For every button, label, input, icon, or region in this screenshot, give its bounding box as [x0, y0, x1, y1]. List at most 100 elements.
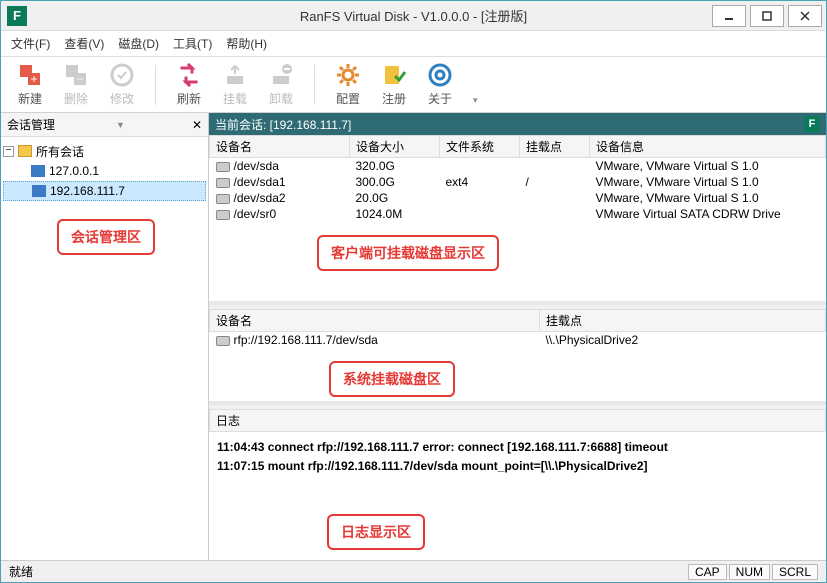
- table-row[interactable]: /dev/sda1300.0Gext4/VMware, VMware Virtu…: [210, 174, 826, 190]
- svg-text:+: +: [30, 72, 37, 86]
- tree-node-label: 127.0.0.1: [49, 164, 99, 178]
- refresh-button[interactable]: 刷新: [176, 62, 202, 107]
- collapse-icon[interactable]: −: [3, 146, 14, 157]
- annotation-mounts: 系统挂载磁盘区: [329, 361, 455, 397]
- modify-button[interactable]: 修改: [109, 62, 135, 107]
- tree-node[interactable]: 127.0.0.1: [3, 161, 206, 181]
- host-icon: [31, 165, 45, 177]
- sidebar-close-icon[interactable]: ✕: [192, 118, 202, 132]
- toolbar-separator: [314, 65, 315, 105]
- config-button[interactable]: 配置: [335, 62, 361, 107]
- about-label: 关于: [428, 90, 452, 107]
- session-header: 当前会话: [192.168.111.7] F: [209, 113, 826, 135]
- about-icon: [427, 62, 453, 88]
- splitter[interactable]: [209, 401, 826, 405]
- new-label: 新建: [18, 90, 42, 107]
- close-button[interactable]: [788, 5, 822, 27]
- unmount-label: 卸载: [269, 90, 293, 107]
- col-size[interactable]: 设备大小: [350, 136, 440, 158]
- col-mp[interactable]: 挂载点: [540, 310, 826, 332]
- delete-icon: −: [63, 62, 89, 88]
- new-icon: +: [17, 62, 43, 88]
- tree-node-selected[interactable]: 192.168.111.7: [3, 181, 206, 201]
- about-button[interactable]: 关于: [427, 62, 453, 107]
- annotation-devices: 客户端可挂载磁盘显示区: [317, 235, 499, 271]
- folder-icon: [18, 145, 32, 157]
- device-table[interactable]: 设备名 设备大小 文件系统 挂载点 设备信息 /dev/sda320.0GVMw…: [209, 135, 826, 222]
- tree-node-label: 192.168.111.7: [50, 184, 125, 198]
- titlebar[interactable]: F RanFS Virtual Disk - V1.0.0.0 - [注册版]: [1, 1, 826, 31]
- unmount-button[interactable]: 卸载: [268, 62, 294, 107]
- maximize-button[interactable]: [750, 5, 784, 27]
- register-icon: [381, 62, 407, 88]
- session-header-icon: F: [804, 116, 820, 132]
- sidebar-header: 会话管理 ▼ ✕: [1, 113, 208, 137]
- refresh-label: 刷新: [177, 90, 201, 107]
- table-row[interactable]: rfp://192.168.111.7/dev/sda\\.\PhysicalD…: [210, 332, 826, 349]
- log-body[interactable]: 11:04:43 connect rfp://192.168.111.7 err…: [209, 432, 826, 482]
- gear-icon: [335, 62, 361, 88]
- menu-tools[interactable]: 工具(T): [173, 35, 212, 52]
- mount-icon: [222, 62, 248, 88]
- status-ready: 就绪: [9, 563, 33, 580]
- main-area: 当前会话: [192.168.111.7] F 设备名 设备大小 文件系统 挂载…: [209, 113, 826, 560]
- status-num: NUM: [729, 564, 770, 580]
- sidebar-dropdown-icon[interactable]: ▼: [116, 120, 125, 130]
- col-mp[interactable]: 挂载点: [520, 136, 590, 158]
- tree-root-label: 所有会话: [36, 143, 84, 160]
- disk-icon: [216, 162, 230, 172]
- col-name[interactable]: 设备名: [210, 136, 350, 158]
- log-header: 日志: [209, 409, 826, 432]
- chevron-down-icon: ▾: [473, 95, 478, 106]
- log-line: 11:04:43 connect rfp://192.168.111.7 err…: [217, 438, 818, 457]
- session-header-label: 当前会话: [192.168.111.7]: [215, 116, 351, 133]
- table-row[interactable]: /dev/sda220.0GVMware, VMware Virtual S 1…: [210, 190, 826, 206]
- menu-view[interactable]: 查看(V): [64, 35, 104, 52]
- mount-label: 挂载: [223, 90, 247, 107]
- col-fs[interactable]: 文件系统: [440, 136, 520, 158]
- status-scrl: SCRL: [772, 564, 818, 580]
- config-label: 配置: [336, 90, 360, 107]
- menu-disk[interactable]: 磁盘(D): [118, 35, 159, 52]
- window-title: RanFS Virtual Disk - V1.0.0.0 - [注册版]: [300, 6, 527, 25]
- unmount-icon: [268, 62, 294, 88]
- session-tree[interactable]: − 所有会话 127.0.0.1 192.168.111.7: [1, 137, 208, 205]
- disk-icon: [216, 336, 230, 346]
- tree-root[interactable]: − 所有会话: [3, 141, 206, 161]
- toolbar-separator: [155, 65, 156, 105]
- log-line: 11:07:15 mount rfp://192.168.111.7/dev/s…: [217, 457, 818, 476]
- mount-table[interactable]: 设备名 挂载点 rfp://192.168.111.7/dev/sda\\.\P…: [209, 309, 826, 348]
- minimize-button[interactable]: [712, 5, 746, 27]
- register-label: 注册: [382, 90, 406, 107]
- table-row[interactable]: /dev/sr01024.0MVMware Virtual SATA CDRW …: [210, 206, 826, 222]
- statusbar: 就绪 CAP NUM SCRL: [1, 560, 826, 582]
- mount-button[interactable]: 挂载: [222, 62, 248, 107]
- col-name[interactable]: 设备名: [210, 310, 540, 332]
- svg-text:−: −: [76, 72, 83, 86]
- device-panel: 设备名 设备大小 文件系统 挂载点 设备信息 /dev/sda320.0GVMw…: [209, 135, 826, 301]
- refresh-icon: [176, 62, 202, 88]
- menubar: 文件(F) 查看(V) 磁盘(D) 工具(T) 帮助(H): [1, 31, 826, 57]
- splitter[interactable]: [209, 301, 826, 305]
- status-cap: CAP: [688, 564, 727, 580]
- delete-label: 删除: [64, 90, 88, 107]
- register-button[interactable]: 注册: [381, 62, 407, 107]
- toolbar-overflow[interactable]: ▾: [473, 95, 478, 112]
- disk-icon: [216, 210, 230, 220]
- sidebar-title: 会话管理: [7, 116, 55, 133]
- new-button[interactable]: + 新建: [17, 62, 43, 107]
- disk-icon: [216, 194, 230, 204]
- modify-label: 修改: [110, 90, 134, 107]
- app-icon: F: [7, 6, 27, 26]
- annotation-log: 日志显示区: [327, 514, 425, 550]
- menu-file[interactable]: 文件(F): [11, 35, 50, 52]
- log-panel: 日志 11:04:43 connect rfp://192.168.111.7 …: [209, 409, 826, 560]
- delete-button[interactable]: − 删除: [63, 62, 89, 107]
- disk-icon: [216, 178, 230, 188]
- menu-help[interactable]: 帮助(H): [226, 35, 267, 52]
- mount-panel: 设备名 挂载点 rfp://192.168.111.7/dev/sda\\.\P…: [209, 309, 826, 401]
- col-info[interactable]: 设备信息: [590, 136, 826, 158]
- table-row[interactable]: /dev/sda320.0GVMware, VMware Virtual S 1…: [210, 158, 826, 175]
- session-sidebar: 会话管理 ▼ ✕ − 所有会话 127.0.0.1 192.168.111.7: [1, 113, 209, 560]
- app-window: F RanFS Virtual Disk - V1.0.0.0 - [注册版] …: [0, 0, 827, 583]
